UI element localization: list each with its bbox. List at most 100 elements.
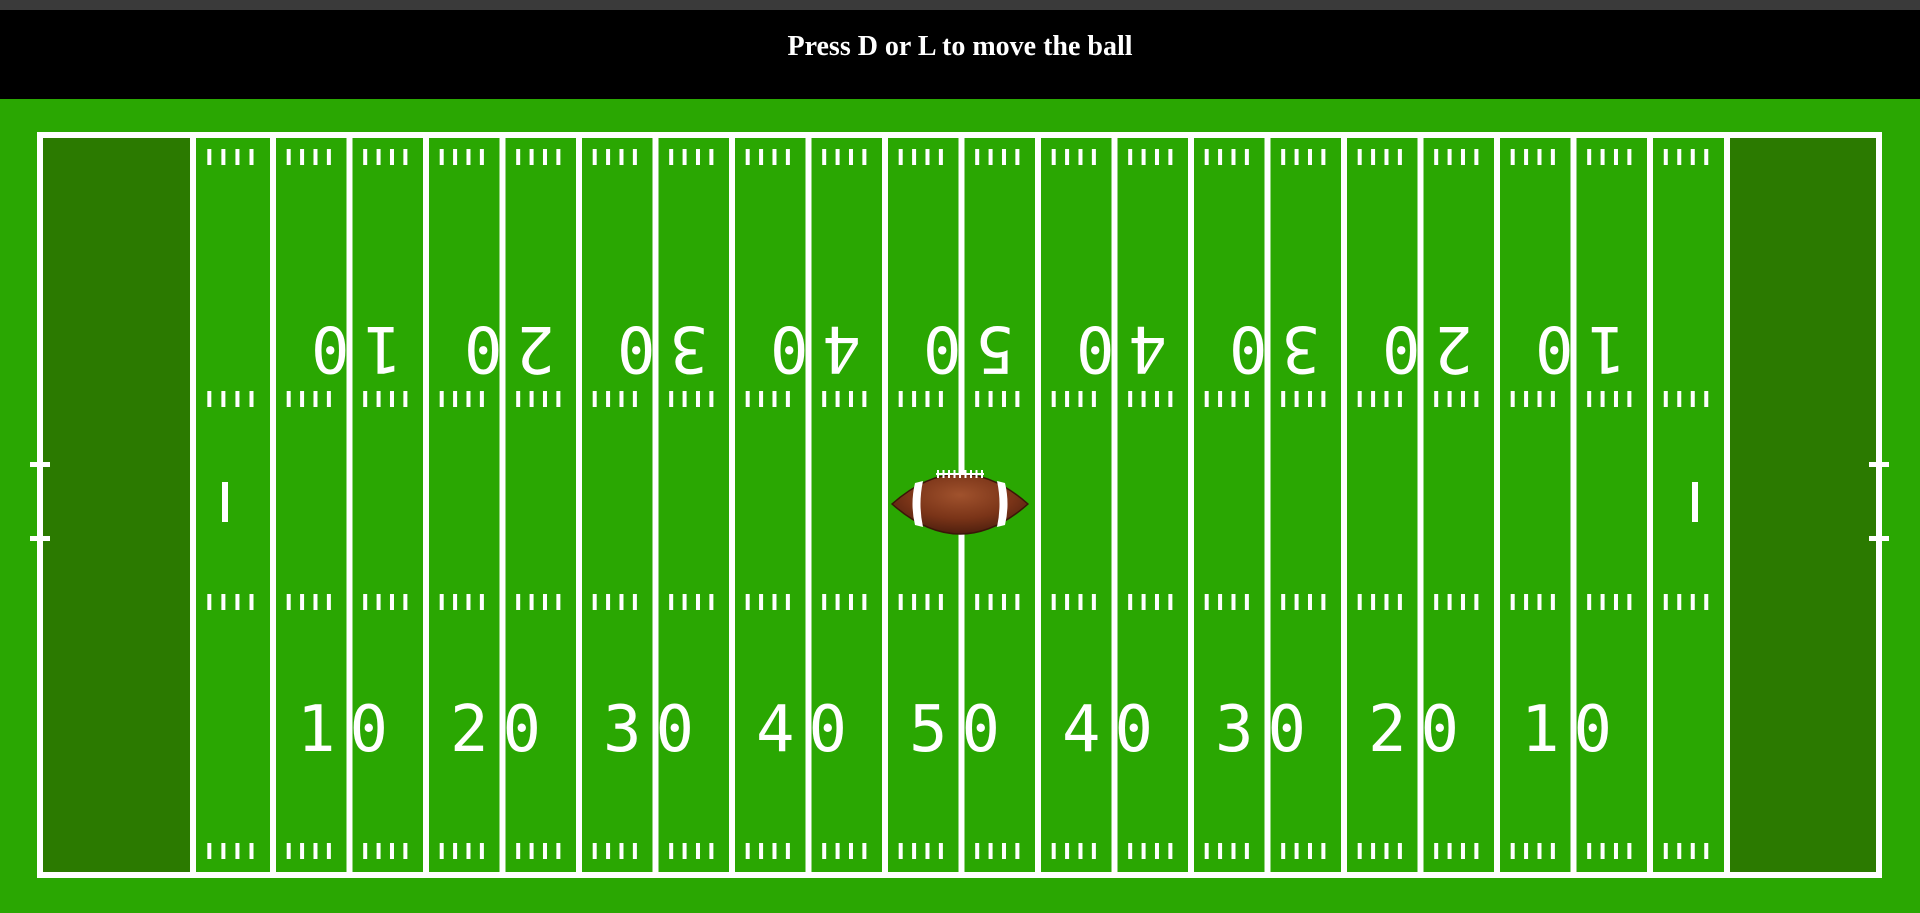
hash-mark bbox=[1663, 843, 1668, 859]
hash-mark bbox=[466, 843, 471, 859]
hash-mark bbox=[848, 594, 853, 610]
hash-mark bbox=[1294, 149, 1299, 165]
hash-mark bbox=[1397, 149, 1402, 165]
hash-mark bbox=[1218, 594, 1223, 610]
hash-mark bbox=[619, 149, 624, 165]
hash-mark bbox=[286, 391, 291, 407]
hash-mark bbox=[556, 594, 561, 610]
hash-mark bbox=[1231, 594, 1236, 610]
hash-mark bbox=[300, 391, 305, 407]
hash-mark bbox=[1218, 391, 1223, 407]
yard-number-bottom: 10 bbox=[297, 693, 402, 767]
hash-mark bbox=[1600, 391, 1605, 407]
hash-mark bbox=[1600, 843, 1605, 859]
hash-mark bbox=[1357, 594, 1362, 610]
hash-mark bbox=[988, 843, 993, 859]
hash-mark bbox=[862, 149, 867, 165]
hash-mark bbox=[772, 149, 777, 165]
hash-mark bbox=[556, 149, 561, 165]
hash-mark bbox=[235, 149, 240, 165]
hash-mark bbox=[542, 391, 547, 407]
hash-mark bbox=[479, 594, 484, 610]
football-field: 10 20 30 40 50 40 30 20 10 10 20 30 40 50 40 30 20 10 bbox=[30, 132, 1889, 878]
hash-mark bbox=[898, 391, 903, 407]
hash-mark bbox=[389, 149, 394, 165]
yard-number-bottom: 20 bbox=[450, 693, 555, 767]
yard-line bbox=[1647, 135, 1653, 875]
yard-line bbox=[1035, 135, 1041, 875]
hash-mark bbox=[249, 149, 254, 165]
hash-mark bbox=[975, 594, 980, 610]
hash-mark bbox=[912, 594, 917, 610]
yard-number-top: 50 bbox=[909, 311, 1014, 385]
hash-mark bbox=[1307, 594, 1312, 610]
hash-mark bbox=[1524, 594, 1529, 610]
hash-mark bbox=[453, 843, 458, 859]
hash-mark bbox=[759, 594, 764, 610]
hash-mark bbox=[1001, 843, 1006, 859]
goalpost-right-top bbox=[1869, 462, 1889, 467]
yard-line bbox=[423, 135, 429, 875]
yard-number-top: 30 bbox=[603, 311, 708, 385]
hash-mark bbox=[759, 391, 764, 407]
hash-mark bbox=[326, 149, 331, 165]
hash-mark bbox=[835, 594, 840, 610]
hash-mark bbox=[207, 594, 212, 610]
hash-mark bbox=[822, 149, 827, 165]
football-icon[interactable] bbox=[890, 470, 1030, 535]
hash-mark bbox=[682, 391, 687, 407]
hash-mark bbox=[1550, 149, 1555, 165]
hash-mark bbox=[556, 391, 561, 407]
hash-mark bbox=[1218, 843, 1223, 859]
hash-mark bbox=[286, 843, 291, 859]
hash-mark bbox=[207, 843, 212, 859]
hash-mark bbox=[772, 594, 777, 610]
hash-mark bbox=[453, 149, 458, 165]
hash-mark bbox=[669, 594, 674, 610]
hash-mark bbox=[619, 843, 624, 859]
hash-mark bbox=[822, 594, 827, 610]
hash-mark bbox=[516, 594, 521, 610]
hash-mark bbox=[1371, 843, 1376, 859]
hash-mark bbox=[592, 594, 597, 610]
hash-mark bbox=[1001, 391, 1006, 407]
hash-mark bbox=[912, 843, 917, 859]
hash-mark bbox=[1321, 149, 1326, 165]
hash-mark bbox=[1587, 594, 1592, 610]
hash-mark bbox=[1587, 391, 1592, 407]
hash-mark bbox=[542, 149, 547, 165]
hash-mark bbox=[1613, 594, 1618, 610]
hash-mark bbox=[1154, 594, 1159, 610]
hash-mark bbox=[1231, 391, 1236, 407]
hash-mark bbox=[1244, 843, 1249, 859]
hash-mark bbox=[848, 843, 853, 859]
hash-mark bbox=[1357, 149, 1362, 165]
hash-mark bbox=[439, 391, 444, 407]
hash-mark bbox=[363, 391, 368, 407]
hash-mark bbox=[249, 391, 254, 407]
game-canvas[interactable]: 10 20 30 40 50 40 30 20 10 10 20 30 40 50 40 30 20 10 bbox=[0, 99, 1920, 913]
window-top-strip bbox=[0, 0, 1920, 10]
hash-mark bbox=[1231, 843, 1236, 859]
yard-number-top: 40 bbox=[756, 311, 861, 385]
hash-mark bbox=[1204, 149, 1209, 165]
hash-mark bbox=[606, 149, 611, 165]
hash-mark bbox=[313, 843, 318, 859]
yard-number-bottom: 20 bbox=[1368, 693, 1473, 767]
hash-mark bbox=[1168, 594, 1173, 610]
hash-mark bbox=[912, 149, 917, 165]
hash-mark bbox=[1371, 149, 1376, 165]
hash-mark bbox=[542, 843, 547, 859]
hash-mark bbox=[556, 843, 561, 859]
hash-mark bbox=[1627, 149, 1632, 165]
hash-mark bbox=[925, 594, 930, 610]
hash-mark bbox=[1627, 843, 1632, 859]
hash-mark bbox=[682, 843, 687, 859]
hash-mark bbox=[822, 843, 827, 859]
instruction-banner: Press D or L to move the ball bbox=[0, 10, 1920, 99]
hash-mark bbox=[1600, 149, 1605, 165]
hash-mark bbox=[1357, 843, 1362, 859]
hash-mark bbox=[453, 594, 458, 610]
hash-mark bbox=[695, 594, 700, 610]
hash-mark bbox=[286, 149, 291, 165]
